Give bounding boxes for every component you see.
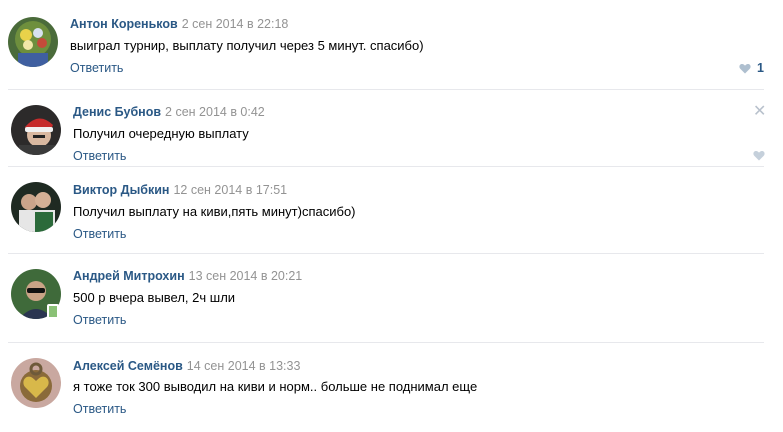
author-link[interactable]: Андрей Митрохин — [73, 269, 185, 283]
comment-date[interactable]: 13 сен 2014 в 20:21 — [189, 269, 303, 283]
comment-date[interactable]: 14 сен 2014 в 13:33 — [187, 359, 301, 373]
avatar[interactable] — [11, 105, 61, 155]
author-link[interactable]: Денис Бубнов — [73, 105, 161, 119]
comment-date[interactable]: 12 сен 2014 в 17:51 — [173, 183, 287, 197]
author-link[interactable]: Антон Кореньков — [70, 17, 178, 31]
reply-button[interactable]: Ответить — [73, 148, 126, 164]
divider — [8, 166, 764, 167]
like-button[interactable]: 1 — [739, 61, 764, 75]
comment-text: Получил очередную выплату — [73, 126, 249, 141]
comment-date[interactable]: 2 сен 2014 в 22:18 — [182, 17, 289, 31]
divider — [8, 253, 764, 254]
reply-button[interactable]: Ответить — [73, 312, 126, 328]
comment-header: Виктор Дыбкин 12 сен 2014 в 17:51 — [73, 182, 287, 198]
author-link[interactable]: Виктор Дыбкин — [73, 183, 169, 197]
comment-header: Андрей Митрохин 13 сен 2014 в 20:21 — [73, 268, 302, 284]
comment-text: 500 р вчера вывел, 2ч шли — [73, 290, 236, 305]
heart-lock-avatar-icon — [11, 358, 61, 408]
flowers-avatar-icon — [8, 17, 58, 67]
comment-header: Денис Бубнов 2 сен 2014 в 0:42 — [73, 104, 265, 120]
close-icon[interactable]: ✕ — [753, 104, 766, 120]
like-count: 1 — [757, 61, 764, 75]
santa-hat-avatar-icon — [11, 105, 61, 155]
comment-text: я тоже ток 300 выводил на киви и норм.. … — [73, 379, 478, 394]
like-button[interactable] — [753, 150, 765, 161]
heart-icon — [753, 151, 765, 161]
author-link[interactable]: Алексей Семёнов — [73, 359, 183, 373]
comment-text: Получил выплату на киви,пять минут)спаси… — [73, 204, 356, 219]
avatar[interactable] — [8, 17, 58, 67]
comment-header: Антон Кореньков 2 сен 2014 в 22:18 — [70, 16, 288, 32]
comment-date[interactable]: 2 сен 2014 в 0:42 — [165, 105, 265, 119]
reply-button[interactable]: Ответить — [73, 401, 126, 417]
couple-avatar-icon — [11, 182, 61, 232]
divider — [8, 89, 764, 90]
reply-button[interactable]: Ответить — [70, 60, 123, 76]
comment-text: выиграл турнир, выплату получил через 5 … — [70, 38, 424, 53]
avatar[interactable] — [11, 358, 61, 408]
divider — [8, 342, 764, 343]
reply-button[interactable]: Ответить — [73, 226, 126, 242]
avatar[interactable] — [11, 182, 61, 232]
heart-icon — [739, 63, 751, 73]
comments-list: Антон Кореньков 2 сен 2014 в 22:18 выигра… — [0, 0, 783, 432]
comment-header: Алексей Семёнов 14 сен 2014 в 13:33 — [73, 358, 300, 374]
mobile-online-icon — [47, 304, 59, 319]
